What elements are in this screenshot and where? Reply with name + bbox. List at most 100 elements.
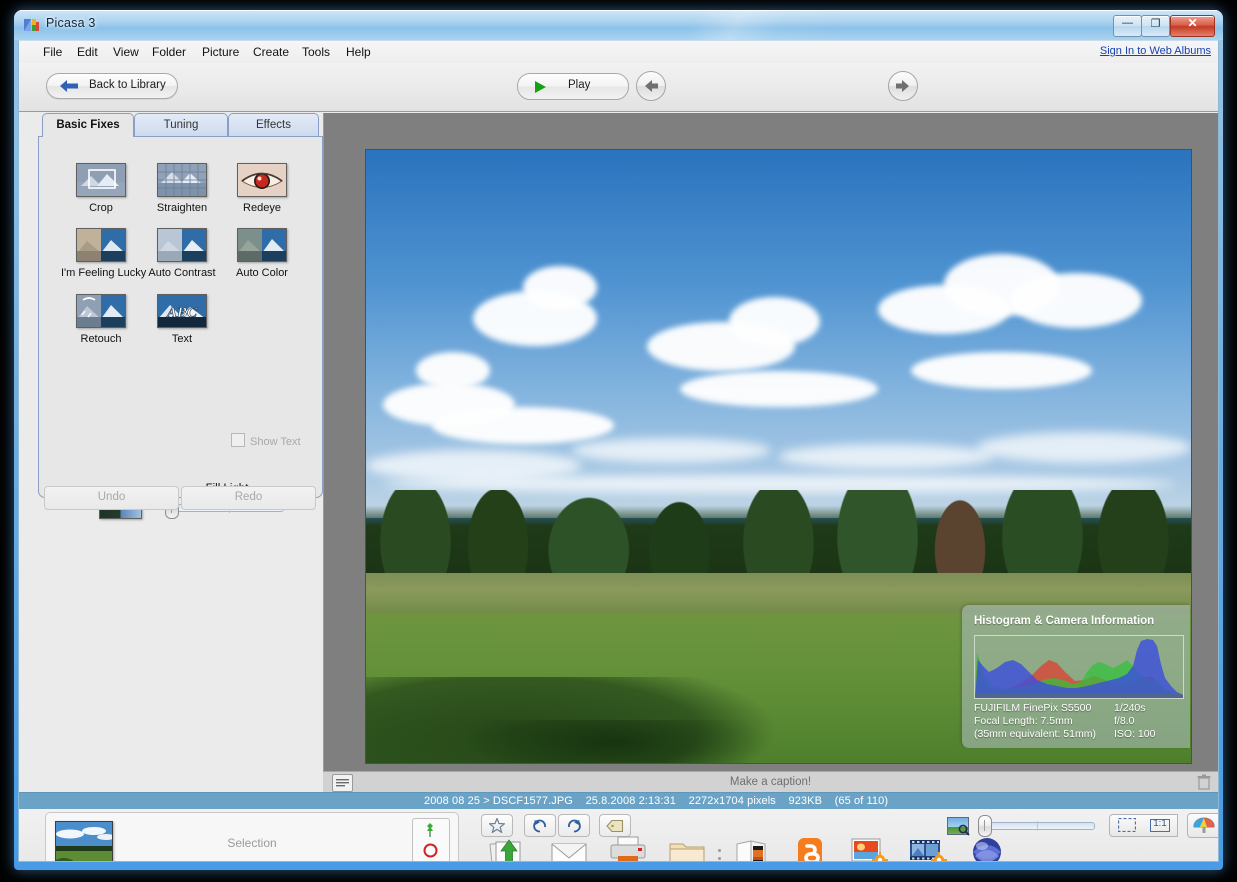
rotate-left-icon (533, 819, 546, 833)
play-label: Play (568, 79, 591, 91)
menu-picture[interactable]: Picture (196, 44, 245, 60)
zoom-slider-knob[interactable] (978, 815, 992, 837)
movie-icon (908, 836, 948, 861)
collage-button[interactable]: Collage (837, 836, 901, 861)
info-position: (65 of 110) (834, 795, 889, 807)
focal-length: Focal Length: 7.5mm (974, 715, 1073, 727)
arrow-left-icon (60, 80, 78, 92)
window-title: Picasa 3 (46, 16, 96, 30)
actual-size-button[interactable]: 1:1 (1143, 814, 1178, 837)
play-slideshow-button[interactable]: Play (517, 73, 629, 100)
menu-tools[interactable]: Tools (296, 44, 336, 60)
bottom-bar: Selection 1:1 (19, 809, 1218, 861)
menu-edit[interactable]: Edit (71, 44, 104, 60)
collage-icon (849, 836, 889, 861)
slider-tick (1037, 821, 1038, 831)
redo-button[interactable]: Redo (181, 486, 316, 510)
tab-basic-fixes[interactable]: Basic Fixes (42, 113, 134, 137)
tool-straighten[interactable]: Straighten (142, 163, 222, 214)
pin-selection-button[interactable] (412, 818, 450, 842)
back-to-library-button[interactable]: Back to Library (46, 73, 178, 99)
tab-tuning[interactable]: Tuning (134, 113, 228, 137)
trash-icon[interactable] (1197, 774, 1211, 790)
pin-icon (427, 823, 433, 837)
tool-retouch[interactable]: Retouch (61, 294, 141, 345)
camera-model: FUJIFILM FinePix S5500 (974, 702, 1092, 714)
star-icon (488, 816, 506, 834)
tool-redeye[interactable]: Redeye (222, 163, 302, 214)
blogthis-button[interactable]: BlogThis! (778, 836, 842, 861)
rotate-left-button[interactable] (524, 814, 556, 837)
tool-auto-contrast[interactable]: Auto Contrast (142, 228, 222, 279)
export-button[interactable]: Export (655, 836, 719, 861)
tab-effects[interactable]: Effects (228, 113, 319, 137)
svg-text:ABC: ABC (166, 305, 198, 321)
tree-line (366, 490, 1191, 577)
clear-selection-button[interactable] (412, 840, 450, 861)
histogram-blue-channel (975, 639, 1183, 698)
menu-file[interactable]: File (37, 44, 68, 60)
shop-button[interactable]: Shop (719, 836, 783, 861)
photo-edit-panel: Basic Fixes Tuning Effects Crop Straight… (38, 113, 323, 519)
checkbox-box (231, 433, 245, 447)
main-photo[interactable]: Histogram & Camera Information FUJIFILM … (365, 149, 1192, 764)
print-button[interactable]: Print (596, 836, 660, 861)
histogram-luminance (975, 694, 1183, 698)
next-photo-button[interactable] (888, 71, 918, 101)
sign-in-to-web-albums-link[interactable]: Sign In to Web Albums (1100, 45, 1211, 57)
tag-icon (606, 819, 624, 833)
info-path: 2008 08 25 > DSCF1577.JPG (424, 795, 573, 807)
tool-retouch-label: Retouch (80, 333, 122, 345)
color-palette-icon (1193, 817, 1215, 833)
close-button[interactable]: ✕ (1170, 15, 1215, 37)
previous-photo-button[interactable] (636, 71, 666, 101)
selection-tray: Selection (45, 812, 459, 861)
tool-feeling-lucky[interactable]: I'm Feeling Lucky (61, 228, 147, 279)
undo-button[interactable]: Undo (44, 486, 179, 510)
menu-help[interactable]: Help (340, 44, 377, 60)
email-button[interactable]: Email (537, 836, 601, 861)
selection-label: Selection (227, 836, 277, 850)
menu-create[interactable]: Create (247, 44, 295, 60)
tool-auto-color[interactable]: Auto Color (222, 228, 302, 279)
show-text-label: Show Text (250, 436, 301, 448)
rotate-right-button[interactable] (558, 814, 590, 837)
tool-feeling-lucky-label: I'm Feeling Lucky (61, 267, 147, 279)
cloud (432, 407, 614, 445)
photo-info-text: 2008 08 25 > DSCF1577.JPG 25.8.2008 2:13… (424, 795, 888, 807)
zoom-slider-track[interactable] (981, 821, 1095, 831)
menu-folder[interactable]: Folder (146, 44, 192, 60)
tool-crop[interactable]: Crop (61, 163, 141, 214)
caption-placeholder[interactable]: Make a caption! (323, 776, 1218, 788)
clear-selection-icon (423, 843, 438, 858)
magnifier-icon (958, 824, 970, 836)
color-palette-button[interactable] (1187, 813, 1218, 838)
info-dimensions: 2272x1704 pixels (688, 795, 776, 807)
export-icon (667, 836, 707, 861)
iso: ISO: 100 (1114, 728, 1156, 740)
fit-to-window-button[interactable] (1109, 814, 1145, 837)
aperture: f/8.0 (1114, 715, 1135, 727)
maximize-button[interactable]: ❐ (1141, 15, 1170, 37)
cloud (729, 297, 820, 347)
tool-text[interactable]: ABC Text (142, 294, 222, 345)
show-text-checkbox[interactable]: Show Text (231, 433, 301, 448)
tag-button[interactable] (599, 814, 631, 837)
fit-to-window-icon (1117, 817, 1137, 833)
print-icon (608, 836, 648, 861)
edit-tabs: Basic Fixes Tuning Effects (38, 113, 323, 137)
picasa-window: Picasa 3 — ❐ ✕ File Edit View Folder Pic… (14, 10, 1223, 870)
photo-info-bar: 2008 08 25 > DSCF1577.JPG 25.8.2008 2:13… (19, 792, 1218, 810)
feeling-lucky-icon (76, 228, 126, 262)
focal-equiv: (35mm equivalent: 51mm) (974, 728, 1096, 740)
close-glyph: ✕ (1187, 16, 1198, 30)
movie-button[interactable]: Movie (896, 836, 960, 861)
crop-icon (76, 163, 126, 197)
caption-bar: Make a caption! (323, 771, 1218, 793)
cloud (572, 438, 771, 463)
minimize-button[interactable]: — (1113, 15, 1142, 37)
geotag-button[interactable]: Geo-Tag (955, 836, 1019, 861)
star-button[interactable] (481, 814, 513, 837)
menu-view[interactable]: View (107, 44, 145, 60)
upload-button[interactable]: Upload (477, 836, 541, 861)
